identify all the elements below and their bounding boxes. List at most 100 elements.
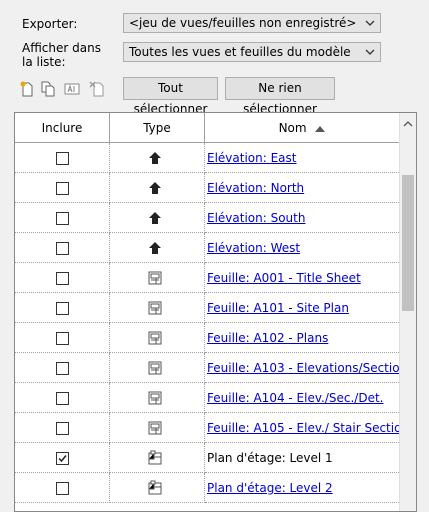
select-none-label: Ne rien sélectionner (243, 81, 317, 116)
new-set-icon[interactable] (18, 80, 36, 98)
include-cell (15, 233, 110, 263)
view-name-link[interactable]: Elévation: South (207, 211, 305, 225)
include-cell (15, 473, 110, 503)
chevron-down-icon (365, 49, 375, 55)
include-cell (15, 353, 110, 383)
name-cell: Plan d'étage: Level 1 (205, 443, 401, 473)
view-name-link[interactable]: Feuille: A105 - Elev./ Stair Sections (207, 421, 415, 435)
sheet-icon (148, 271, 162, 285)
table-row[interactable]: Feuille: A102 - Plans (15, 323, 401, 353)
table-row[interactable]: Feuille: A103 - Elevations/Sections (15, 353, 413, 383)
include-cell (15, 383, 110, 413)
table-row[interactable]: Plan d'étage: Level 2 (15, 473, 401, 503)
table-row[interactable]: Feuille: A101 - Site Plan (15, 293, 401, 323)
view-name-link[interactable]: Plan d'étage: Level 2 (207, 481, 333, 495)
name-cell: Plan d'étage: Level 2 (205, 473, 401, 503)
scroll-up-arrow-icon[interactable] (400, 117, 416, 131)
table-row[interactable]: Plan d'étage: Level 1 (15, 443, 401, 473)
type-cell (110, 353, 205, 383)
table-row[interactable]: Elévation: West (15, 233, 401, 263)
type-cell (110, 203, 205, 233)
type-cell (110, 443, 205, 473)
include-checkbox[interactable] (56, 362, 69, 375)
table-row[interactable]: Elévation: South (15, 203, 401, 233)
column-header-name-label: Nom (278, 121, 307, 135)
rename-set-icon[interactable] (63, 80, 81, 98)
type-cell (110, 143, 205, 173)
show-in-list-label-line1: Afficher dans (22, 41, 101, 55)
include-checkbox[interactable] (56, 152, 69, 165)
name-cell: Elévation: East (205, 143, 401, 173)
include-checkbox[interactable] (56, 182, 69, 195)
type-cell (110, 413, 205, 443)
include-checkbox[interactable] (56, 392, 69, 405)
include-checkbox[interactable] (56, 332, 69, 345)
show-in-list-select[interactable]: Toutes les vues et feuilles du modèle (123, 42, 381, 62)
include-cell (15, 263, 110, 293)
show-in-list-value: Toutes les vues et feuilles du modèle (129, 45, 351, 59)
duplicate-set-icon[interactable] (39, 80, 57, 98)
select-none-button[interactable]: Ne rien sélectionner (225, 77, 335, 116)
column-header-include[interactable]: Inclure (15, 113, 110, 143)
include-cell (15, 173, 110, 203)
sheet-icon (148, 391, 162, 405)
export-label-text: Exporter: (22, 17, 78, 31)
export-set-select[interactable]: <jeu de vues/feuilles non enregistré> (123, 13, 381, 33)
include-checkbox[interactable] (56, 212, 69, 225)
scrollbar-thumb[interactable] (402, 175, 414, 311)
view-name-link[interactable]: Feuille: A104 - Elev./Sec./Det. (207, 391, 383, 405)
type-cell (110, 473, 205, 503)
views-sheets-table: Inclure Type Nom Elévation: East Elévatio… (14, 112, 417, 512)
include-checkbox[interactable] (56, 452, 69, 465)
select-all-label: Tout sélectionner (133, 81, 208, 116)
name-cell: Feuille: A102 - Plans (205, 323, 401, 353)
include-checkbox[interactable] (56, 482, 69, 495)
type-cell (110, 173, 205, 203)
type-cell (110, 263, 205, 293)
sort-ascending-icon (315, 125, 326, 132)
view-name-link[interactable]: Plan d'étage: Level 1 (207, 451, 333, 465)
chevron-down-icon (365, 20, 375, 26)
name-cell: Elévation: South (205, 203, 401, 233)
checkmark-icon (58, 455, 67, 463)
elevation-icon (149, 182, 161, 194)
table-row[interactable]: Elévation: North (15, 173, 401, 203)
include-cell (15, 413, 110, 443)
include-checkbox[interactable] (56, 242, 69, 255)
name-cell: Feuille: A105 - Elev./ Stair Sections (205, 413, 415, 443)
include-cell (15, 443, 110, 473)
elevation-icon (149, 212, 161, 224)
include-cell (15, 293, 110, 323)
column-header-include-label: Inclure (41, 121, 83, 135)
include-checkbox[interactable] (56, 272, 69, 285)
view-name-link[interactable]: Elévation: East (207, 151, 297, 165)
floor-plan-icon (148, 450, 162, 465)
select-all-button[interactable]: Tout sélectionner (123, 77, 218, 116)
type-cell (110, 233, 205, 263)
include-checkbox[interactable] (56, 302, 69, 315)
delete-set-icon[interactable] (88, 80, 106, 98)
view-name-link[interactable]: Elévation: West (207, 241, 300, 255)
table-row[interactable]: Elévation: East (15, 143, 401, 173)
column-header-type[interactable]: Type (110, 113, 205, 143)
view-name-link[interactable]: Feuille: A102 - Plans (207, 331, 328, 345)
view-name-link[interactable]: Feuille: A001 - Title Sheet (207, 271, 361, 285)
table-row[interactable]: Feuille: A105 - Elev./ Stair Sections (15, 413, 415, 443)
vertical-scrollbar[interactable] (399, 113, 416, 511)
name-cell: Feuille: A001 - Title Sheet (205, 263, 401, 293)
elevation-icon (149, 152, 161, 164)
floor-plan-icon (148, 480, 162, 495)
table-row[interactable]: Feuille: A104 - Elev./Sec./Det. (15, 383, 401, 413)
sheet-icon (148, 421, 162, 435)
view-name-link[interactable]: Elévation: North (207, 181, 304, 195)
column-header-type-label: Type (143, 121, 171, 135)
sheet-icon (148, 331, 162, 345)
include-checkbox[interactable] (56, 422, 69, 435)
include-cell (15, 323, 110, 353)
view-name-link[interactable]: Feuille: A101 - Site Plan (207, 301, 349, 315)
column-header-name[interactable]: Nom (205, 113, 401, 143)
table-row[interactable]: Feuille: A001 - Title Sheet (15, 263, 401, 293)
show-in-list-label: Afficher dans la liste: (22, 41, 101, 69)
view-name-link[interactable]: Feuille: A103 - Elevations/Sections (207, 361, 413, 375)
name-cell: Elévation: West (205, 233, 401, 263)
